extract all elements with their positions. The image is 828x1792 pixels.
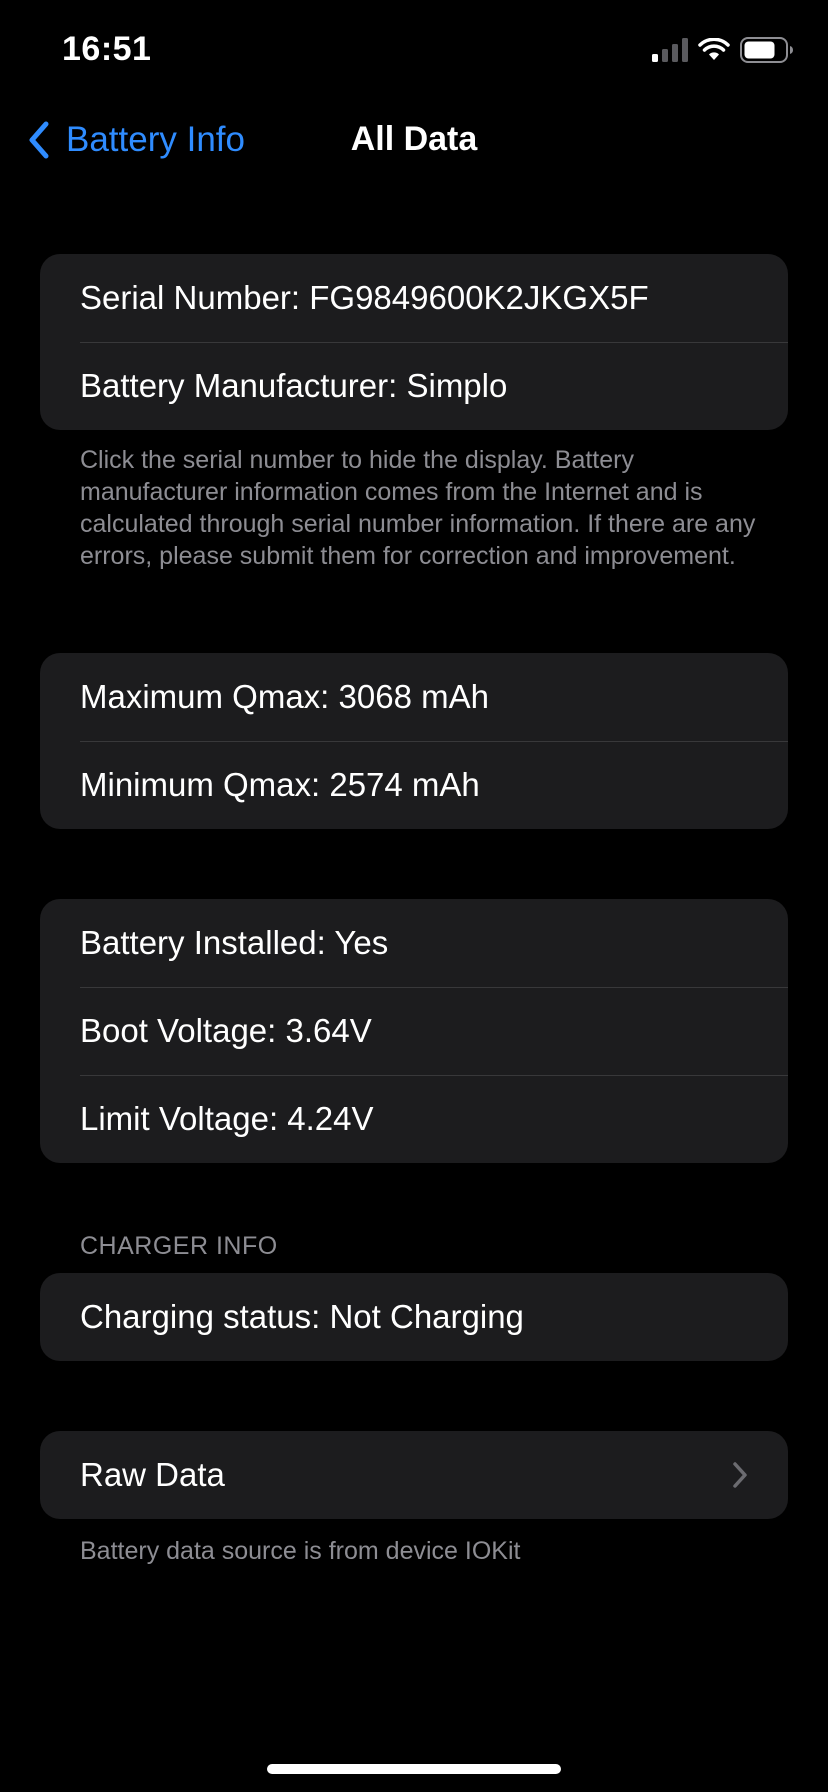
serial-number-row[interactable]: Serial Number: FG9849600K2JKGX5F — [40, 254, 788, 342]
boot-voltage-row: Boot Voltage: 3.64V — [40, 987, 788, 1075]
status-bar: 16:51 — [0, 0, 828, 100]
home-indicator[interactable] — [267, 1764, 561, 1774]
battery-manufacturer-text: Battery Manufacturer: Simplo — [80, 367, 508, 404]
raw-data-footnote: Battery data source is from device IOKit — [80, 1537, 521, 1565]
navigation-bar: Battery Info All Data — [0, 108, 828, 172]
charger-info-header: CHARGER INFO — [80, 1232, 278, 1260]
identity-group: Serial Number: FG9849600K2JKGX5F Battery… — [40, 254, 788, 430]
battery-installed-text: Battery Installed: Yes — [80, 924, 389, 961]
qmax-group: Maximum Qmax: 3068 mAh Minimum Qmax: 257… — [40, 653, 788, 829]
cellular-signal-icon — [652, 38, 688, 62]
maximum-qmax-text: Maximum Qmax: 3068 mAh — [80, 678, 489, 715]
boot-voltage-text: Boot Voltage: 3.64V — [80, 1012, 372, 1049]
serial-number-text: Serial Number: FG9849600K2JKGX5F — [80, 279, 649, 316]
battery-installed-row: Battery Installed: Yes — [40, 899, 788, 987]
limit-voltage-row: Limit Voltage: 4.24V — [40, 1075, 788, 1163]
limit-voltage-text: Limit Voltage: 4.24V — [80, 1100, 374, 1137]
minimum-qmax-row: Minimum Qmax: 2574 mAh — [40, 741, 788, 829]
battery-manufacturer-row: Battery Manufacturer: Simplo — [40, 342, 788, 430]
charging-status-text: Charging status: Not Charging — [80, 1298, 524, 1335]
wifi-icon — [698, 38, 730, 60]
chevron-right-icon — [733, 1462, 747, 1488]
charging-status-row: Charging status: Not Charging — [40, 1273, 788, 1361]
page-title: All Data — [350, 120, 478, 158]
raw-data-group: Raw Data — [40, 1431, 788, 1519]
charger-group: Charging status: Not Charging — [40, 1273, 788, 1361]
identity-footnote: Click the serial number to hide the disp… — [80, 446, 756, 570]
status-icons — [652, 36, 794, 64]
status-time: 16:51 — [62, 30, 152, 68]
raw-data-row[interactable]: Raw Data — [40, 1431, 788, 1519]
raw-data-label: Raw Data — [80, 1456, 225, 1493]
battery-icon — [740, 37, 793, 63]
maximum-qmax-row: Maximum Qmax: 3068 mAh — [40, 653, 788, 741]
minimum-qmax-text: Minimum Qmax: 2574 mAh — [80, 766, 480, 803]
battery-group: Battery Installed: Yes Boot Voltage: 3.6… — [40, 899, 788, 1163]
